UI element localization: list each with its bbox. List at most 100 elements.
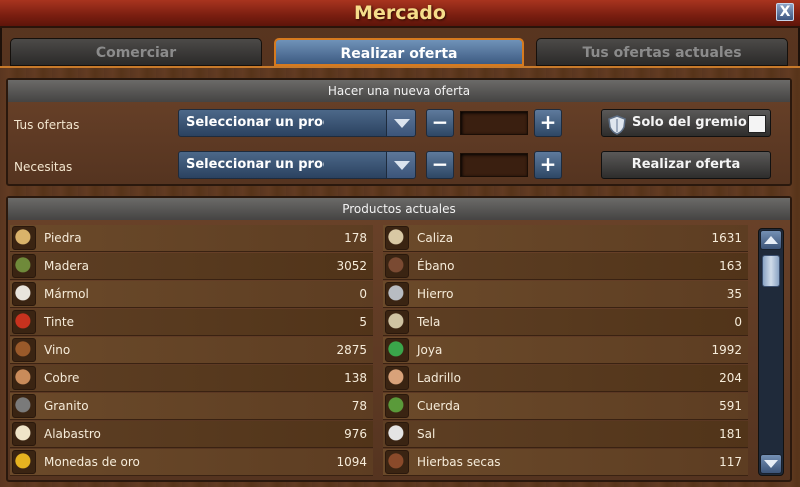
product-row: Caliza 1631 xyxy=(383,225,748,252)
product-name: Granito xyxy=(44,399,89,413)
product-name: Monedas de oro xyxy=(44,455,140,469)
offer-plus-button[interactable]: + xyxy=(534,109,562,137)
stone-icon xyxy=(12,226,36,250)
limestone-icon xyxy=(385,226,409,250)
product-name: Ladrillo xyxy=(417,371,461,385)
new-offer-heading: Hacer una nueva oferta xyxy=(8,80,790,102)
brick-icon xyxy=(385,366,409,390)
wood-icon xyxy=(12,254,36,278)
product-name: Cobre xyxy=(44,371,80,385)
close-button[interactable]: X xyxy=(776,3,794,21)
dried-herbs-icon xyxy=(385,450,409,474)
alabaster-icon xyxy=(12,422,36,446)
offer-product-select[interactable]: Seleccionar un producto xyxy=(178,109,416,137)
product-row: Cobre 138 xyxy=(10,365,373,392)
product-name: Hierro xyxy=(417,287,454,301)
product-row: Piedra 178 xyxy=(10,225,373,252)
guild-only-toggle[interactable]: Solo del gremio xyxy=(601,109,771,137)
product-amount: 3052 xyxy=(336,259,367,273)
product-amount: 204 xyxy=(719,371,742,385)
scroll-thumb[interactable] xyxy=(762,255,780,287)
scroll-down-button[interactable] xyxy=(760,454,782,474)
guild-only-label: Solo del gremio xyxy=(632,115,747,130)
product-row: Madera 3052 xyxy=(10,253,373,280)
product-amount: 117 xyxy=(719,455,742,469)
window-title: Mercado xyxy=(354,2,446,24)
product-amount: 591 xyxy=(719,399,742,413)
product-row: Tela 0 xyxy=(383,309,748,336)
product-amount: 78 xyxy=(351,399,367,413)
offer-amount-input[interactable] xyxy=(460,111,528,135)
ebony-icon xyxy=(385,254,409,278)
product-name: Caliza xyxy=(417,231,454,245)
need-select-value: Seleccionar un producto xyxy=(186,157,324,172)
product-row: Tinte 5 xyxy=(10,309,373,336)
products-scrollbar[interactable] xyxy=(758,228,784,476)
iron-icon xyxy=(385,282,409,306)
offer-select-value: Seleccionar un producto xyxy=(186,115,324,130)
submit-offer-button[interactable]: Realizar oferta xyxy=(601,151,771,179)
copper-icon xyxy=(12,366,36,390)
product-row: Mármol 0 xyxy=(10,281,373,308)
need-minus-button[interactable]: − xyxy=(426,151,454,179)
product-row: Vino 2875 xyxy=(10,337,373,364)
scroll-up-button[interactable] xyxy=(760,230,782,250)
product-row: Cuerda 591 xyxy=(383,393,748,420)
product-name: Cuerda xyxy=(417,399,461,413)
product-name: Tinte xyxy=(44,315,74,329)
need-amount-input[interactable] xyxy=(460,153,528,177)
product-amount: 163 xyxy=(719,259,742,273)
offer-minus-button[interactable]: − xyxy=(426,109,454,137)
product-name: Piedra xyxy=(44,231,82,245)
product-name: Hierbas secas xyxy=(417,455,501,469)
product-name: Joya xyxy=(417,343,443,357)
product-amount: 976 xyxy=(344,427,367,441)
tab-realizar-oferta[interactable]: Realizar oferta xyxy=(274,38,524,66)
marble-icon xyxy=(12,282,36,306)
product-amount: 35 xyxy=(726,287,742,301)
tab-tus-ofertas-actuales[interactable]: Tus ofertas actuales xyxy=(536,38,788,66)
title-bar: Mercado X xyxy=(0,0,800,28)
product-name: Tela xyxy=(417,315,441,329)
tab-comerciar[interactable]: Comerciar xyxy=(10,38,262,66)
chevron-down-icon xyxy=(386,152,415,178)
product-name: Madera xyxy=(44,259,89,273)
need-product-select[interactable]: Seleccionar un producto xyxy=(178,151,416,179)
product-row: Granito 78 xyxy=(10,393,373,420)
product-amount: 0 xyxy=(734,315,742,329)
salt-icon xyxy=(385,422,409,446)
product-row: Sal 181 xyxy=(383,421,748,448)
product-name: Vino xyxy=(44,343,71,357)
need-plus-button[interactable]: + xyxy=(534,151,562,179)
product-amount: 0 xyxy=(359,287,367,301)
wine-icon xyxy=(12,338,36,362)
product-row: Hierro 35 xyxy=(383,281,748,308)
product-row: Ladrillo 204 xyxy=(383,365,748,392)
product-row: Ébano 163 xyxy=(383,253,748,280)
product-row: Hierbas secas 117 xyxy=(383,449,748,476)
product-amount: 1094 xyxy=(336,455,367,469)
needs-label: Necesitas xyxy=(14,160,73,174)
granite-icon xyxy=(12,394,36,418)
product-amount: 178 xyxy=(344,231,367,245)
product-amount: 138 xyxy=(344,371,367,385)
product-amount: 1992 xyxy=(711,343,742,357)
shield-icon xyxy=(608,115,626,135)
offers-label: Tus ofertas xyxy=(14,118,80,132)
dye-icon xyxy=(12,310,36,334)
product-row: Alabastro 976 xyxy=(10,421,373,448)
product-row: Joya 1992 xyxy=(383,337,748,364)
rope-icon xyxy=(385,394,409,418)
product-row: Monedas de oro 1094 xyxy=(10,449,373,476)
products-heading: Productos actuales xyxy=(8,198,790,220)
product-name: Alabastro xyxy=(44,427,101,441)
jewel-icon xyxy=(385,338,409,362)
guild-only-checkbox[interactable] xyxy=(748,115,766,133)
product-name: Sal xyxy=(417,427,436,441)
product-amount: 5 xyxy=(359,315,367,329)
product-amount: 181 xyxy=(719,427,742,441)
gold-coins-icon xyxy=(12,450,36,474)
product-amount: 1631 xyxy=(711,231,742,245)
product-name: Ébano xyxy=(417,259,455,273)
cloth-icon xyxy=(385,310,409,334)
